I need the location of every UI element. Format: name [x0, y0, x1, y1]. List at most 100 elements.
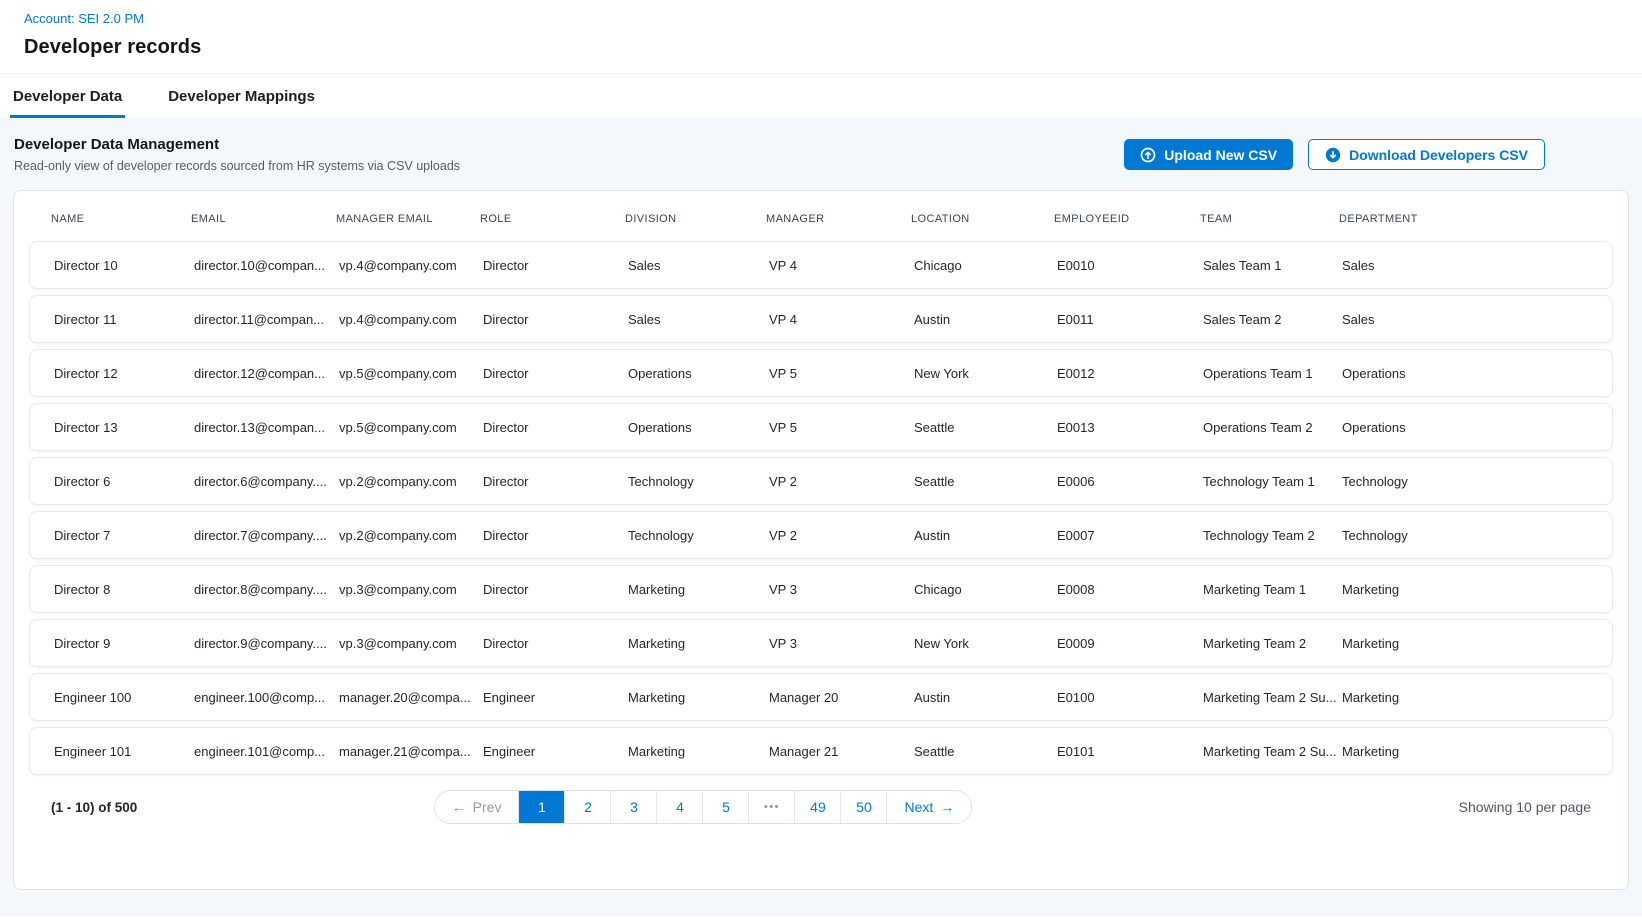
section-subtitle: Read-only view of developer records sour…	[14, 159, 460, 173]
header-actions: Upload New CSV Download Developers CSV	[1124, 139, 1629, 170]
cell-name: Director 11	[54, 312, 194, 327]
header-cell: EMPLOYEEID	[1054, 213, 1200, 225]
cell-manager-email: vp.4@company.com	[339, 258, 483, 273]
cell-manager: Manager 20	[769, 690, 914, 705]
download-icon	[1325, 147, 1341, 163]
tab-developer-mappings[interactable]: Developer Mappings	[165, 74, 318, 118]
page-button-49[interactable]: 49	[795, 791, 841, 823]
cell-employeeid: E0100	[1057, 690, 1203, 705]
table-row: Director 13 director.13@compan... vp.5@c…	[29, 403, 1613, 451]
page-button-1[interactable]: 1	[519, 791, 565, 823]
cell-employeeid: E0012	[1057, 366, 1203, 381]
header-cell: NAME	[51, 213, 191, 225]
cell-name: Director 13	[54, 420, 194, 435]
header-cell: ROLE	[480, 213, 625, 225]
upload-csv-button[interactable]: Upload New CSV	[1124, 139, 1293, 170]
tab-developer-data[interactable]: Developer Data	[10, 74, 125, 118]
section-header: Developer Data Management Read-only view…	[13, 136, 1629, 190]
cell-department: Marketing	[1342, 582, 1588, 597]
cell-manager: VP 3	[769, 636, 914, 651]
page-button-3[interactable]: 3	[611, 791, 657, 823]
cell-department: Sales	[1342, 312, 1588, 327]
cell-manager-email: manager.21@compa...	[339, 744, 483, 759]
cell-manager: VP 5	[769, 366, 914, 381]
section-title: Developer Data Management	[14, 136, 460, 153]
cell-team: Sales Team 2	[1203, 312, 1342, 327]
cell-role: Director	[483, 312, 628, 327]
table-row: Director 11 director.11@compan... vp.4@c…	[29, 295, 1613, 343]
page-title: Developer records	[24, 36, 1618, 59]
pagination: ← Prev 1 2 3 4 5 ••• 49 50 Next →	[434, 790, 973, 824]
cell-manager-email: vp.3@company.com	[339, 636, 483, 651]
cell-division: Sales	[628, 312, 769, 327]
cell-role: Director	[483, 528, 628, 543]
cell-role: Director	[483, 582, 628, 597]
developer-table: NAME EMAIL MANAGER EMAIL ROLE DIVISION M…	[13, 190, 1629, 890]
cell-email: director.12@compan...	[194, 366, 339, 381]
cell-employeeid: E0009	[1057, 636, 1203, 651]
table-row: Director 10 director.10@compan... vp.4@c…	[29, 241, 1613, 289]
cell-email: director.10@compan...	[194, 258, 339, 273]
download-button-label: Download Developers CSV	[1349, 147, 1528, 163]
cell-role: Director	[483, 258, 628, 273]
cell-name: Engineer 101	[54, 744, 194, 759]
cell-email: director.8@company....	[194, 582, 339, 597]
pagination-range: (1 - 10) of 500	[51, 800, 137, 815]
cell-email: engineer.101@comp...	[194, 744, 339, 759]
account-link[interactable]: Account: SEI 2.0 PM	[24, 11, 144, 26]
table-row: Director 9 director.9@company.... vp.3@c…	[29, 619, 1613, 667]
cell-employeeid: E0010	[1057, 258, 1203, 273]
cell-manager-email: vp.4@company.com	[339, 312, 483, 327]
cell-name: Director 6	[54, 474, 194, 489]
cell-location: Seattle	[914, 474, 1057, 489]
cell-team: Marketing Team 2	[1203, 636, 1342, 651]
cell-department: Operations	[1342, 420, 1588, 435]
cell-employeeid: E0011	[1057, 312, 1203, 327]
header-cell: LOCATION	[911, 213, 1054, 225]
table-row: Engineer 101 engineer.101@comp... manage…	[29, 727, 1613, 775]
cell-team: Marketing Team 1	[1203, 582, 1342, 597]
section-header-text: Developer Data Management Read-only view…	[14, 136, 460, 173]
cell-team: Operations Team 1	[1203, 366, 1342, 381]
cell-email: director.7@company....	[194, 528, 339, 543]
page-button-50[interactable]: 50	[841, 791, 887, 823]
cell-manager-email: manager.20@compa...	[339, 690, 483, 705]
tab-bar: Developer Data Developer Mappings	[0, 73, 1642, 118]
next-button[interactable]: Next →	[887, 791, 971, 823]
cell-name: Director 12	[54, 366, 194, 381]
cell-name: Director 8	[54, 582, 194, 597]
cell-manager: VP 4	[769, 312, 914, 327]
cell-department: Technology	[1342, 474, 1588, 489]
cell-team: Operations Team 2	[1203, 420, 1342, 435]
prev-button-label: Prev	[473, 799, 502, 815]
cell-team: Marketing Team 2 Su...	[1203, 690, 1342, 705]
table-row: Director 12 director.12@compan... vp.5@c…	[29, 349, 1613, 397]
cell-role: Director	[483, 420, 628, 435]
page-button-5[interactable]: 5	[703, 791, 749, 823]
cell-division: Marketing	[628, 582, 769, 597]
cell-location: Austin	[914, 528, 1057, 543]
cell-department: Marketing	[1342, 636, 1588, 651]
table-row: Director 6 director.6@company.... vp.2@c…	[29, 457, 1613, 505]
cell-team: Technology Team 2	[1203, 528, 1342, 543]
cell-role: Director	[483, 474, 628, 489]
cell-name: Director 9	[54, 636, 194, 651]
cell-email: director.9@company....	[194, 636, 339, 651]
cell-role: Director	[483, 636, 628, 651]
cell-location: Austin	[914, 690, 1057, 705]
prev-button[interactable]: ← Prev	[435, 791, 520, 823]
cell-manager-email: vp.2@company.com	[339, 474, 483, 489]
table-row: Engineer 100 engineer.100@comp... manage…	[29, 673, 1613, 721]
cell-location: Seattle	[914, 744, 1057, 759]
cell-role: Engineer	[483, 690, 628, 705]
page-button-2[interactable]: 2	[565, 791, 611, 823]
cell-email: director.6@company....	[194, 474, 339, 489]
cell-department: Sales	[1342, 258, 1588, 273]
cell-location: New York	[914, 366, 1057, 381]
page-button-4[interactable]: 4	[657, 791, 703, 823]
cell-email: engineer.100@comp...	[194, 690, 339, 705]
download-csv-button[interactable]: Download Developers CSV	[1308, 139, 1545, 170]
content-area: Developer Data Management Read-only view…	[0, 118, 1642, 916]
cell-employeeid: E0007	[1057, 528, 1203, 543]
upload-icon	[1140, 147, 1156, 163]
